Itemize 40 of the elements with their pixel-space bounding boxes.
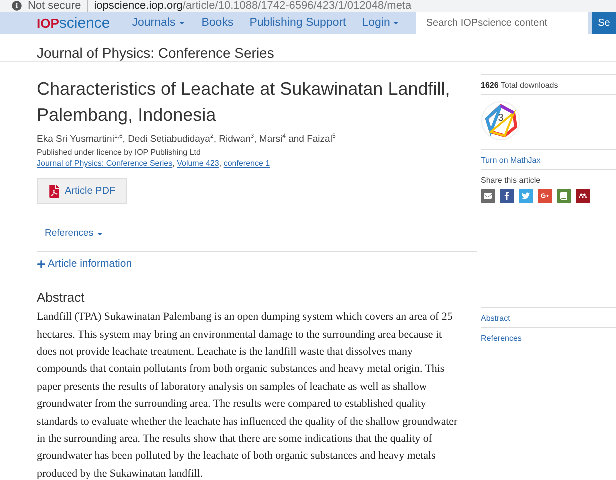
pdf-button[interactable]: Article PDF (37, 178, 127, 204)
comma-separator: , (172, 159, 175, 168)
caret-icon (178, 19, 186, 27)
facebook-icon[interactable] (500, 189, 514, 203)
references-toggle[interactable]: References (45, 228, 104, 240)
logo[interactable]: IOPscience (37, 14, 110, 32)
section-link[interactable]: Abstract (481, 314, 616, 323)
email-icon[interactable] (481, 189, 495, 203)
abstract-heading: Abstract (37, 290, 86, 306)
nav-link[interactable]: Publishing Support (250, 17, 346, 29)
search-field[interactable]: Search IOPscience content (416, 12, 588, 34)
author-list: Eka Sri Yusmartini$^{1,6}$, Dedi Setiabudidaya$^{2}$, Ridwan$^{3}$, Marsi$^{4}$ and Faizal$^{5}$ (37, 134, 461, 146)
mendeley-icon[interactable] (576, 189, 590, 203)
security-label: Not secure (28, 0, 82, 12)
breadcrumb-link[interactable]: Volume 423 (177, 159, 220, 168)
plus-icon (37, 260, 46, 269)
article-info-toggle[interactable]: Article information (37, 251, 477, 270)
breadcrumb-link[interactable]: conference 1 (224, 159, 270, 168)
journal-title: Journal of Physics: Conference Series (0, 34, 616, 62)
abstract-text: Landfill (TPA) Sukawinatan Palembang is an open dumping system which covers an area of 25 hectares. This system may bring an environmental damage to the surrounding area because it does not provide leachate treatment. Leachate is the landfill waste that dissolves many compounds that contain pollutants from both organic substances and heavy metal origin. This paper presents the results of laboratory analysis on samples of leachate as well as shallow groundwater from the surrounding area. The results were compared to established quality standards to evaluate whether the leachate has influenced the quality of the shallow groundwater in the surrounding area. The results show that there are some indications that the quality of groundwater has been polluted by the leachate of both organic substances and heavy metals produced by the Sukawinatan landfill. (37, 310, 459, 480)
info-icon[interactable] (12, 1, 22, 11)
altmetric-badge[interactable]: 3 (481, 101, 521, 141)
url-text[interactable]: iopscience.iop.org/article/10.1088/1742-6596/423/1/012048/meta (94, 0, 412, 12)
caret-icon (392, 19, 400, 27)
nav-link[interactable]: Journals (132, 17, 186, 29)
search-button[interactable]: Se (592, 12, 616, 34)
nav-link[interactable]: Books (202, 17, 234, 29)
share-label: Share this article (481, 176, 541, 185)
licence-text: Published under licence by IOP Publishing Ltd (37, 148, 202, 158)
download-count: 1626 Total downloads (481, 81, 558, 90)
comma-separator: , (219, 159, 222, 168)
twitter-icon[interactable] (519, 189, 533, 203)
mathjax-link[interactable]: Turn on MathJax (481, 156, 616, 165)
book-icon[interactable] (557, 189, 571, 203)
section-link[interactable]: References (481, 334, 616, 343)
nav-link[interactable]: Login (362, 17, 400, 29)
article-title: Characteristics of Leachate at Sukawinatan Landfill, Palembang, Indonesia (37, 78, 452, 127)
google-plus-icon[interactable] (538, 189, 552, 203)
pdf-icon (48, 184, 61, 198)
breadcrumb-link[interactable]: Journal of Physics: Conference Series (37, 159, 173, 168)
